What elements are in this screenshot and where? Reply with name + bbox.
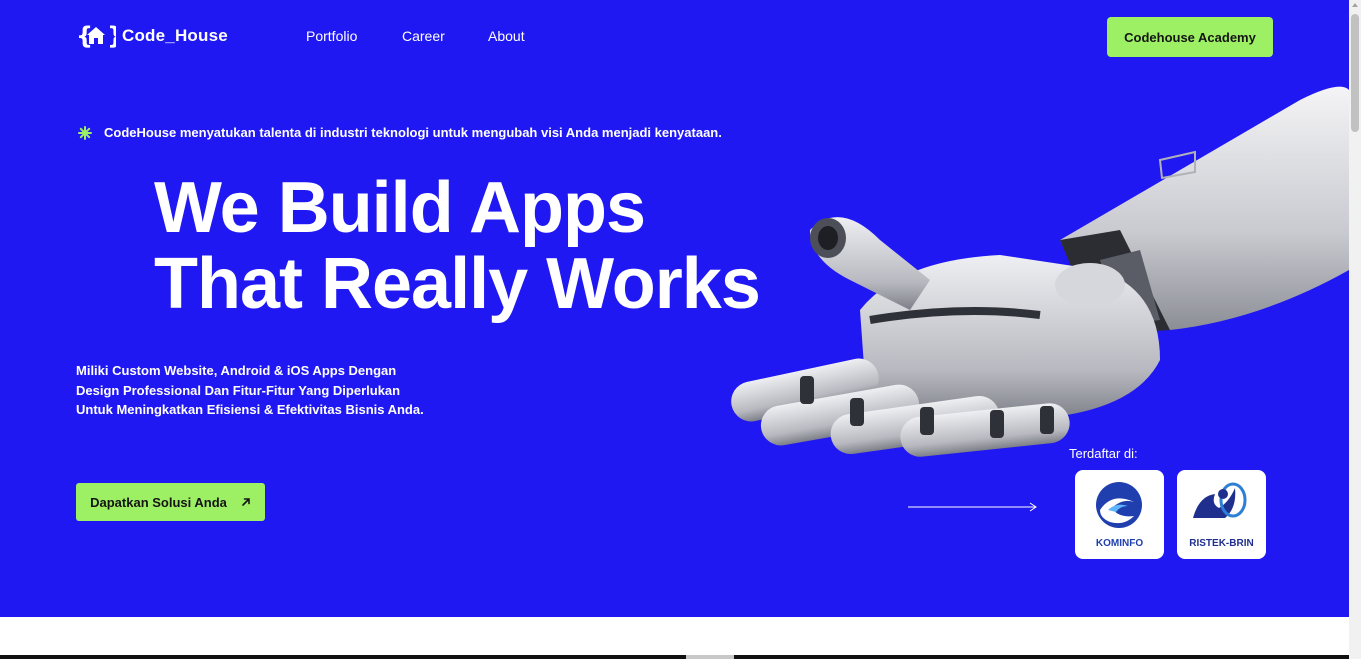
headline-line-1: We Build Apps — [154, 168, 646, 248]
kominfo-label: KOMINFO — [1095, 538, 1144, 549]
kominfo-badge[interactable]: KOMINFO — [1075, 470, 1164, 559]
house-code-icon: { } — [76, 22, 116, 50]
logo[interactable]: { } Code_House — [76, 22, 228, 50]
hero-headline: We Build Apps That Really Works — [154, 168, 761, 324]
description-line-2: Design Professional Dan Fitur-Fitur Yang… — [76, 382, 401, 398]
scrollbar-thumb[interactable] — [1351, 14, 1359, 132]
description-line-1: Miliki Custom Website, Android & iOS App… — [76, 363, 397, 378]
scroll-up-icon[interactable] — [1352, 3, 1358, 7]
page-scrollbar[interactable] — [1349, 0, 1361, 659]
svg-text:}: } — [107, 22, 116, 50]
nav-about[interactable]: About — [488, 28, 525, 44]
nav-career[interactable]: Career — [402, 28, 445, 44]
page-divider — [0, 655, 1349, 659]
cta-label: Dapatkan Solusi Anda — [90, 494, 227, 510]
ristek-brin-logo — [1193, 482, 1247, 518]
long-arrow-right-icon — [908, 502, 1037, 512]
ristek-brin-badge[interactable]: RISTEK-BRIN — [1177, 470, 1266, 559]
get-solution-button[interactable]: Dapatkan Solusi Anda — [76, 483, 265, 521]
ristek-brin-label: RISTEK-BRIN — [1189, 538, 1254, 549]
description-line-3: Untuk Meningkatkan Efisiensi & Efektivit… — [76, 402, 424, 417]
tagline-text: CodeHouse menyatukan talenta di industri… — [104, 125, 722, 140]
headline-line-2: That Really Works — [154, 244, 761, 324]
hero-section: { } Code_House Portfolio Career About Co… — [0, 0, 1349, 617]
hero-description: Miliki Custom Website, Android & iOS App… — [76, 361, 436, 420]
robot-hand-image — [731, 86, 1349, 457]
logo-text: Code_House — [122, 26, 228, 45]
kominfo-logo — [1096, 482, 1142, 528]
nav-portfolio[interactable]: Portfolio — [306, 28, 357, 44]
arrow-up-right-icon — [242, 498, 250, 506]
codehouse-academy-button[interactable]: Codehouse Academy — [1107, 17, 1273, 57]
registered-label: Terdaftar di: — [1069, 446, 1138, 461]
sparkle-icon — [78, 125, 92, 140]
tagline: CodeHouse menyatukan talenta di industri… — [78, 125, 722, 140]
